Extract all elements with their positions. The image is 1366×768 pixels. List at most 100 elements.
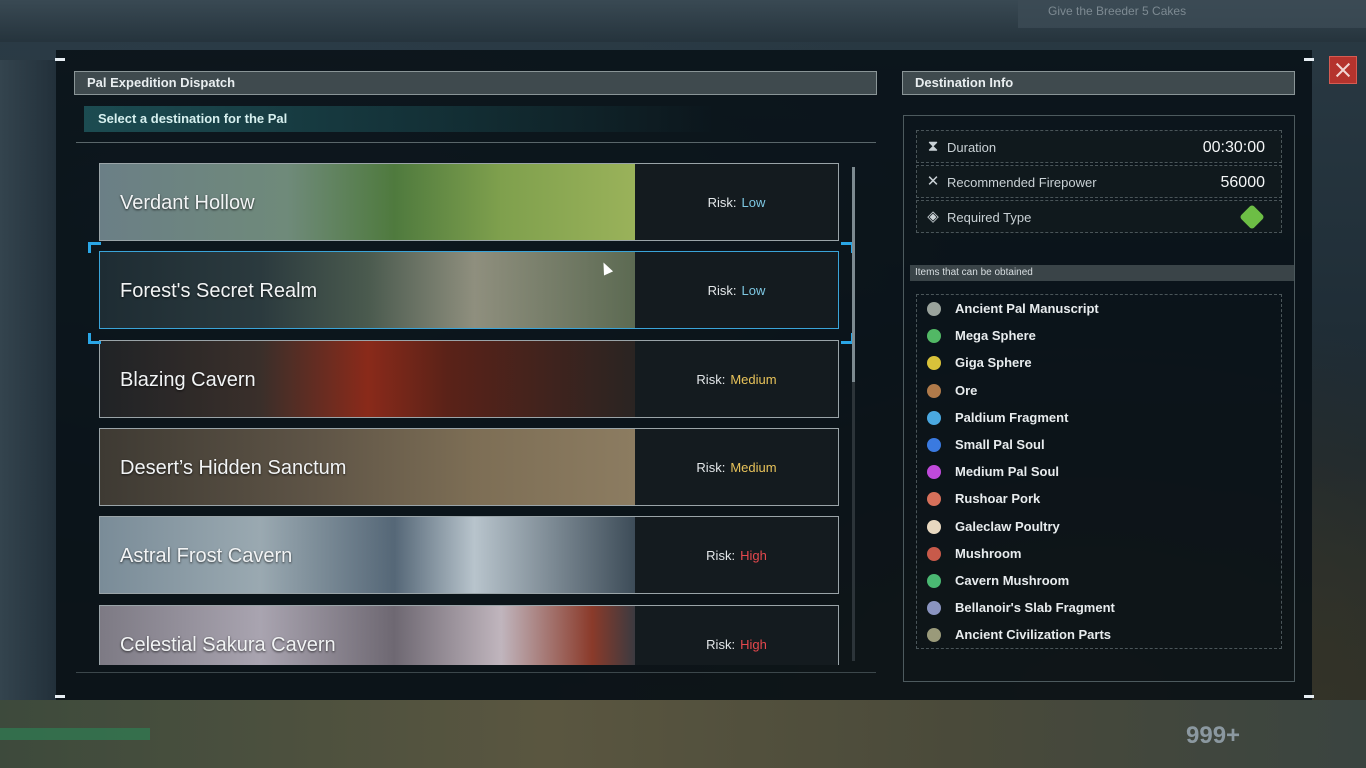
frame-corner: [1304, 695, 1314, 698]
paldium-icon: [927, 410, 941, 425]
manuscript-icon: [927, 302, 941, 316]
poultry-icon: [927, 519, 941, 534]
close-button[interactable]: [1329, 56, 1357, 84]
item-name: Ore: [955, 382, 978, 398]
diamond-icon: ◈: [927, 208, 939, 225]
risk-text: Risk: Medium: [635, 341, 838, 417]
risk-level: Low: [741, 283, 766, 299]
obtainable-item: Small Pal Soul: [917, 431, 1281, 458]
destination-row[interactable]: Forest's Secret Realm Risk: Low: [99, 251, 839, 330]
frame-corner: [55, 58, 65, 61]
items-list: Ancient Pal Manuscript Mega Sphere Giga Sp…: [916, 294, 1282, 649]
obtainable-item: Galeclaw Poultry: [917, 513, 1281, 540]
obtainable-item: Ancient Civilization Parts: [917, 621, 1281, 648]
risk-text: Risk: Low: [635, 164, 838, 240]
item-name: Ancient Pal Manuscript: [955, 301, 1099, 316]
quest-text: Give the Breeder 5 Cakes: [1048, 4, 1187, 18]
dispatch-subtitle: Select a destination for the Pal: [84, 106, 718, 132]
destination-list: Verdant Hollow Risk: Low Forest's Secret Re…: [99, 163, 841, 665]
risk-label: Risk:: [706, 548, 736, 564]
cavern-mushroom-icon: [927, 574, 941, 588]
firepower-value: 56000: [1220, 174, 1266, 191]
ore-icon: [927, 383, 941, 398]
obtainable-item: Mushroom: [917, 540, 1281, 567]
destination-name: Blazing Cavern: [120, 368, 256, 391]
destination-row[interactable]: Astral Frost Cavern Risk: High: [99, 516, 839, 595]
obtainable-item: Ore: [917, 377, 1281, 404]
item-name: Giga Sphere: [955, 355, 1032, 371]
frame-corner: [1304, 58, 1314, 61]
risk-text: Risk: High: [635, 606, 838, 666]
obtainable-item: Mega Sphere: [917, 322, 1281, 349]
pork-icon: [927, 492, 941, 507]
destination-name: Desert’s Hidden Sanctum: [120, 456, 347, 479]
destination-row[interactable]: Blazing Cavern Risk: Medium: [99, 339, 839, 418]
risk-level: High: [740, 636, 767, 652]
destination-name: Forest's Secret Realm: [120, 280, 318, 303]
obtainable-item: Cavern Mushroom: [917, 567, 1281, 594]
risk-text: Risk: Low: [635, 252, 838, 328]
mushroom-icon: [927, 546, 941, 561]
destination-name: Astral Frost Cavern: [120, 545, 293, 568]
duration-label: Duration: [947, 140, 997, 155]
slab-icon: [927, 601, 941, 616]
grass-type-icon: [1239, 204, 1265, 230]
dispatch-panel-header: Pal Expedition Dispatch: [74, 71, 877, 95]
civilization-parts-icon: [927, 628, 941, 643]
risk-level: Medium: [730, 371, 777, 387]
divider: [76, 142, 876, 143]
item-name: Mega Sphere: [955, 328, 1036, 344]
item-name: Rushoar Pork: [955, 491, 1041, 507]
destination-row[interactable]: Celestial Sakura Cavern Risk: High: [99, 604, 839, 666]
firepower-label: Recommended Firepower: [947, 175, 1097, 190]
risk-label: Risk:: [696, 371, 726, 387]
destination-scrollbar-thumb[interactable]: [852, 167, 855, 382]
mega-sphere-icon: [927, 329, 941, 344]
risk-level: Medium: [730, 459, 777, 475]
frame-corner: [55, 695, 65, 698]
item-count: 999+: [1186, 722, 1241, 749]
obtainable-item: Giga Sphere: [917, 349, 1281, 376]
health-bar: [0, 728, 150, 740]
destination-name: Verdant Hollow: [120, 192, 255, 214]
duration-row: ⧗ Duration 00:30:00: [916, 130, 1282, 163]
risk-text: Risk: High: [635, 517, 838, 593]
background-hud-left: [0, 60, 56, 700]
items-header: Items that can be obtained: [910, 265, 1294, 281]
risk-text: Risk: Medium: [635, 429, 838, 505]
info-panel-title: Destination Info: [915, 75, 1014, 90]
item-name: Medium Pal Soul: [955, 464, 1060, 480]
duration-value: 00:30:00: [1202, 139, 1265, 156]
destination-name: Celestial Sakura Cavern: [120, 633, 336, 656]
required-type-label: Required Type: [947, 210, 1032, 225]
risk-level: High: [740, 548, 767, 564]
obtainable-item: Bellanoir's Slab Fragment: [917, 594, 1281, 621]
destination-row[interactable]: Desert’s Hidden Sanctum Risk: Medium: [99, 427, 839, 506]
item-name: Galeclaw Poultry: [955, 518, 1060, 534]
risk-label: Risk:: [696, 459, 726, 475]
info-panel-header: Destination Info: [902, 71, 1295, 95]
background-hud-bottom: 999+: [0, 700, 1366, 768]
destination-row[interactable]: Verdant Hollow Risk: Low: [99, 163, 839, 241]
item-name: Ancient Civilization Parts: [955, 627, 1112, 643]
item-name: Paldium Fragment: [955, 409, 1069, 425]
risk-label: Risk:: [706, 636, 736, 652]
dispatch-panel-title: Pal Expedition Dispatch: [87, 75, 236, 90]
required-type-row: ◈ Required Type: [916, 200, 1282, 233]
risk-label: Risk:: [707, 283, 737, 299]
crossed-swords-icon: ✕: [926, 173, 940, 190]
risk-label: Risk:: [707, 195, 737, 210]
small-soul-icon: [927, 438, 941, 452]
obtainable-item: Paldium Fragment: [917, 404, 1281, 431]
obtainable-item: Rushoar Pork: [917, 485, 1281, 512]
item-name: Bellanoir's Slab Fragment: [955, 600, 1115, 616]
item-name: Small Pal Soul: [955, 437, 1045, 452]
firepower-row: ✕ Recommended Firepower 56000: [916, 165, 1282, 198]
hourglass-icon: ⧗: [927, 138, 939, 155]
risk-level: Low: [741, 195, 766, 210]
medium-soul-icon: [927, 465, 941, 480]
selection-bracket: [88, 242, 101, 253]
obtainable-item: Ancient Pal Manuscript: [917, 295, 1281, 322]
item-name: Mushroom: [955, 545, 1022, 561]
giga-sphere-icon: [927, 356, 941, 371]
